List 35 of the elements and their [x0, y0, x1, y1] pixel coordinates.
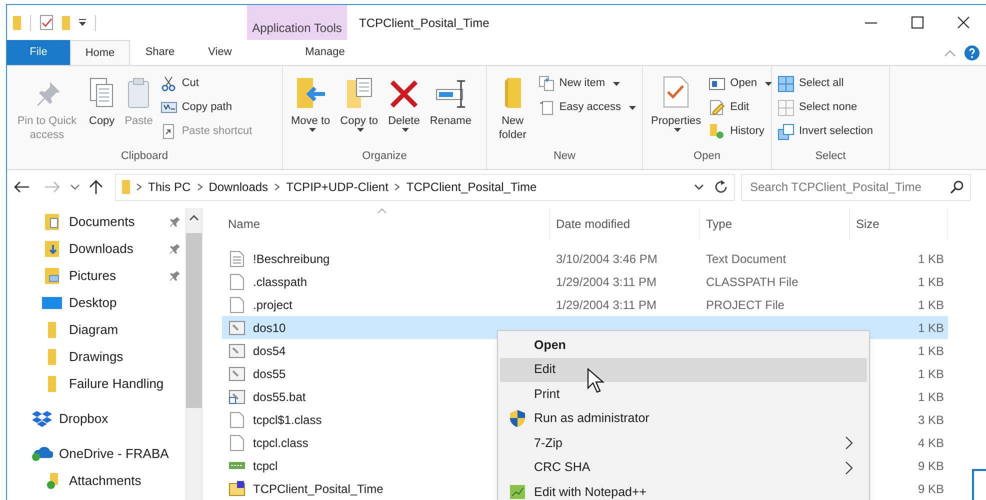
file-name: dos55: [253, 366, 286, 382]
file-type: PROJECT File: [706, 298, 784, 312]
file-date: 1/29/2004 3:11 PM: [556, 274, 657, 288]
file-date: 3/10/2004 3:46 PM: [556, 252, 658, 266]
file-type: CLASSPATH File: [706, 274, 798, 288]
ribbon-group-label: New: [553, 148, 576, 164]
window-title: TCPClient_Posital_Time: [359, 14, 490, 32]
contextual-tab-group: Application Tools: [247, 5, 347, 40]
file-name: dos54: [253, 342, 286, 360]
file-size: 1 KB: [918, 250, 944, 268]
file-size: 1 KB: [918, 320, 944, 336]
file-size: 4 KB: [918, 434, 944, 452]
file-name: tcpcl.class: [253, 434, 308, 452]
ribbon-group-label: Organize: [362, 148, 407, 164]
file-size: 1 KB: [918, 274, 944, 290]
ribbon-group-label: Open: [694, 148, 720, 164]
file-size: 1 KB: [918, 388, 944, 406]
file-name: dos10: [253, 320, 286, 336]
file-name: tcpcl$1.class: [253, 412, 322, 428]
file-name: tcpcl: [253, 458, 278, 474]
file-size: 1 KB: [918, 296, 944, 314]
file-size: 9 KB: [918, 458, 944, 474]
file-name: .classpath: [253, 274, 308, 290]
file-name: dos55.bat: [253, 388, 306, 406]
file-name: !Beschreibung: [253, 250, 330, 268]
file-date: 1/29/2004 3:11 PM: [556, 298, 657, 312]
file-size: 3 KB: [918, 412, 944, 428]
file-name: TCPClient_Posital_Time: [253, 480, 384, 498]
file-type: Text Document: [706, 252, 786, 266]
file-name: .project: [253, 296, 292, 314]
ribbon-group-label: Select: [815, 148, 846, 164]
file-size: 1 KB: [918, 366, 944, 382]
file-size: 9 KB: [918, 480, 944, 498]
file-size: 1 KB: [918, 342, 944, 360]
ribbon-group-label: Clipboard: [120, 148, 168, 164]
